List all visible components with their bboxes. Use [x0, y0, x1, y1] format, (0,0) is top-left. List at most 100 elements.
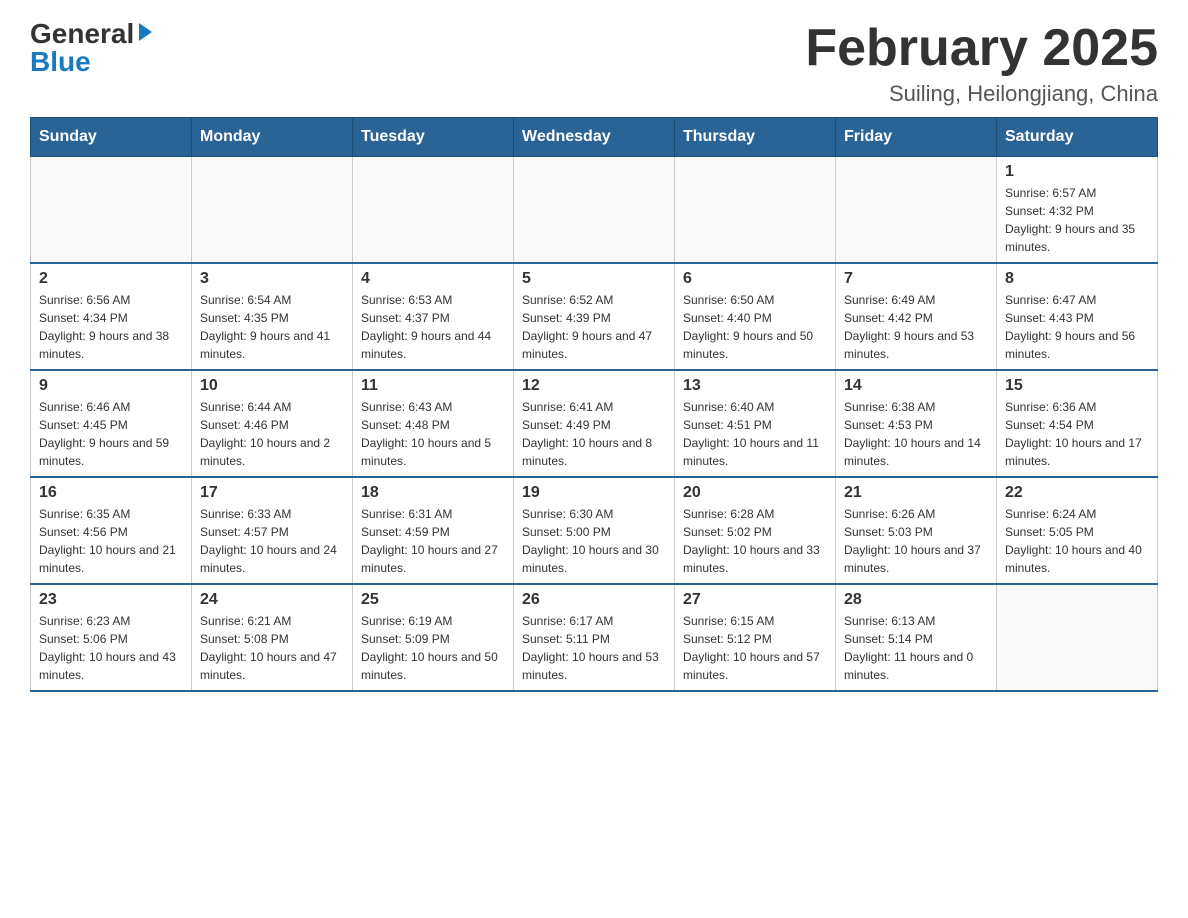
day-info: Sunrise: 6:33 AMSunset: 4:57 PMDaylight:…	[200, 505, 344, 577]
calendar-cell: 14 Sunrise: 6:38 AMSunset: 4:53 PMDayligh…	[836, 370, 997, 477]
calendar-week-row: 16 Sunrise: 6:35 AMSunset: 4:56 PMDayligh…	[31, 477, 1158, 584]
day-number: 25	[361, 591, 505, 609]
day-info: Sunrise: 6:43 AMSunset: 4:48 PMDaylight:…	[361, 398, 505, 470]
day-info: Sunrise: 6:41 AMSunset: 4:49 PMDaylight:…	[522, 398, 666, 470]
day-info: Sunrise: 6:38 AMSunset: 4:53 PMDaylight:…	[844, 398, 988, 470]
day-number: 8	[1005, 270, 1149, 288]
day-info: Sunrise: 6:21 AMSunset: 5:08 PMDaylight:…	[200, 612, 344, 684]
day-number: 23	[39, 591, 183, 609]
day-number: 5	[522, 270, 666, 288]
day-info: Sunrise: 6:57 AMSunset: 4:32 PMDaylight:…	[1005, 184, 1149, 256]
day-number: 6	[683, 270, 827, 288]
calendar-cell: 21Sunrise: 6:26 AMSunset: 5:03 PMDayligh…	[836, 477, 997, 584]
calendar-cell: 9 Sunrise: 6:46 AMSunset: 4:45 PMDaylight…	[31, 370, 192, 477]
calendar-cell: 1 Sunrise: 6:57 AMSunset: 4:32 PMDaylight…	[997, 157, 1158, 264]
calendar-week-row: 2 Sunrise: 6:56 AMSunset: 4:34 PMDaylight…	[31, 263, 1158, 370]
day-info: Sunrise: 6:17 AMSunset: 5:11 PMDaylight:…	[522, 612, 666, 684]
day-number: 27	[683, 591, 827, 609]
calendar-cell: 2 Sunrise: 6:56 AMSunset: 4:34 PMDaylight…	[31, 263, 192, 370]
day-number: 26	[522, 591, 666, 609]
day-info: Sunrise: 6:15 AMSunset: 5:12 PMDaylight:…	[683, 612, 827, 684]
calendar-week-row: 9 Sunrise: 6:46 AMSunset: 4:45 PMDaylight…	[31, 370, 1158, 477]
calendar-cell: 3 Sunrise: 6:54 AMSunset: 4:35 PMDaylight…	[192, 263, 353, 370]
day-number: 10	[200, 377, 344, 395]
day-header-thursday: Thursday	[675, 118, 836, 157]
day-info: Sunrise: 6:23 AMSunset: 5:06 PMDaylight:…	[39, 612, 183, 684]
calendar-week-row: 1 Sunrise: 6:57 AMSunset: 4:32 PMDaylight…	[31, 157, 1158, 264]
day-header-wednesday: Wednesday	[514, 118, 675, 157]
calendar-cell: 28Sunrise: 6:13 AMSunset: 5:14 PMDayligh…	[836, 584, 997, 691]
calendar-cell: 20 Sunrise: 6:28 AMSunset: 5:02 PMDayligh…	[675, 477, 836, 584]
calendar-cell: 7 Sunrise: 6:49 AMSunset: 4:42 PMDaylight…	[836, 263, 997, 370]
day-number: 15	[1005, 377, 1149, 395]
day-info: Sunrise: 6:19 AMSunset: 5:09 PMDaylight:…	[361, 612, 505, 684]
day-number: 28	[844, 591, 988, 609]
day-info: Sunrise: 6:53 AMSunset: 4:37 PMDaylight:…	[361, 291, 505, 363]
calendar-cell	[31, 157, 192, 264]
day-number: 24	[200, 591, 344, 609]
calendar-cell: 26 Sunrise: 6:17 AMSunset: 5:11 PMDayligh…	[514, 584, 675, 691]
calendar-header-row: SundayMondayTuesdayWednesdayThursdayFrid…	[31, 118, 1158, 157]
day-info: Sunrise: 6:49 AMSunset: 4:42 PMDaylight:…	[844, 291, 988, 363]
calendar-cell: 18Sunrise: 6:31 AMSunset: 4:59 PMDayligh…	[353, 477, 514, 584]
day-info: Sunrise: 6:24 AMSunset: 5:05 PMDaylight:…	[1005, 505, 1149, 577]
calendar-cell: 13 Sunrise: 6:40 AMSunset: 4:51 PMDayligh…	[675, 370, 836, 477]
day-info: Sunrise: 6:35 AMSunset: 4:56 PMDaylight:…	[39, 505, 183, 577]
day-number: 18	[361, 484, 505, 502]
day-number: 19	[522, 484, 666, 502]
day-info: Sunrise: 6:30 AMSunset: 5:00 PMDaylight:…	[522, 505, 666, 577]
day-number: 12	[522, 377, 666, 395]
day-number: 4	[361, 270, 505, 288]
calendar-cell: 27 Sunrise: 6:15 AMSunset: 5:12 PMDayligh…	[675, 584, 836, 691]
calendar-cell	[192, 157, 353, 264]
day-number: 20	[683, 484, 827, 502]
day-header-monday: Monday	[192, 118, 353, 157]
calendar-cell: 19 Sunrise: 6:30 AMSunset: 5:00 PMDayligh…	[514, 477, 675, 584]
day-info: Sunrise: 6:54 AMSunset: 4:35 PMDaylight:…	[200, 291, 344, 363]
calendar-cell: 12 Sunrise: 6:41 AMSunset: 4:49 PMDayligh…	[514, 370, 675, 477]
day-info: Sunrise: 6:50 AMSunset: 4:40 PMDaylight:…	[683, 291, 827, 363]
calendar-cell: 10Sunrise: 6:44 AMSunset: 4:46 PMDayligh…	[192, 370, 353, 477]
day-header-sunday: Sunday	[31, 118, 192, 157]
calendar-cell	[514, 157, 675, 264]
day-number: 13	[683, 377, 827, 395]
calendar-cell	[997, 584, 1158, 691]
logo-blue-text: Blue	[30, 48, 91, 76]
day-number: 2	[39, 270, 183, 288]
day-number: 17	[200, 484, 344, 502]
day-info: Sunrise: 6:56 AMSunset: 4:34 PMDaylight:…	[39, 291, 183, 363]
logo-general-text: General	[30, 20, 134, 48]
day-info: Sunrise: 6:40 AMSunset: 4:51 PMDaylight:…	[683, 398, 827, 470]
calendar-table: SundayMondayTuesdayWednesdayThursdayFrid…	[30, 117, 1158, 692]
calendar-cell: 24 Sunrise: 6:21 AMSunset: 5:08 PMDayligh…	[192, 584, 353, 691]
logo-arrow-icon	[139, 23, 152, 41]
location-title: Suiling, Heilongjiang, China	[805, 81, 1158, 107]
day-info: Sunrise: 6:36 AMSunset: 4:54 PMDaylight:…	[1005, 398, 1149, 470]
day-number: 11	[361, 377, 505, 395]
day-info: Sunrise: 6:28 AMSunset: 5:02 PMDaylight:…	[683, 505, 827, 577]
calendar-cell: 22Sunrise: 6:24 AMSunset: 5:05 PMDayligh…	[997, 477, 1158, 584]
calendar-cell	[836, 157, 997, 264]
day-number: 16	[39, 484, 183, 502]
day-number: 21	[844, 484, 988, 502]
calendar-cell: 25 Sunrise: 6:19 AMSunset: 5:09 PMDayligh…	[353, 584, 514, 691]
calendar-cell: 8Sunrise: 6:47 AMSunset: 4:43 PMDaylight…	[997, 263, 1158, 370]
page-header: General Blue February 2025 Suiling, Heil…	[30, 20, 1158, 107]
calendar-cell: 5 Sunrise: 6:52 AMSunset: 4:39 PMDaylight…	[514, 263, 675, 370]
day-number: 14	[844, 377, 988, 395]
day-number: 7	[844, 270, 988, 288]
day-info: Sunrise: 6:46 AMSunset: 4:45 PMDaylight:…	[39, 398, 183, 470]
day-number: 9	[39, 377, 183, 395]
day-info: Sunrise: 6:52 AMSunset: 4:39 PMDaylight:…	[522, 291, 666, 363]
calendar-week-row: 23 Sunrise: 6:23 AMSunset: 5:06 PMDayligh…	[31, 584, 1158, 691]
calendar-cell: 16 Sunrise: 6:35 AMSunset: 4:56 PMDayligh…	[31, 477, 192, 584]
day-header-friday: Friday	[836, 118, 997, 157]
title-section: February 2025 Suiling, Heilongjiang, Chi…	[805, 20, 1158, 107]
calendar-cell	[353, 157, 514, 264]
day-number: 1	[1005, 163, 1149, 181]
day-number: 3	[200, 270, 344, 288]
calendar-cell: 11 Sunrise: 6:43 AMSunset: 4:48 PMDayligh…	[353, 370, 514, 477]
day-header-tuesday: Tuesday	[353, 118, 514, 157]
calendar-cell: 23 Sunrise: 6:23 AMSunset: 5:06 PMDayligh…	[31, 584, 192, 691]
calendar-cell	[675, 157, 836, 264]
